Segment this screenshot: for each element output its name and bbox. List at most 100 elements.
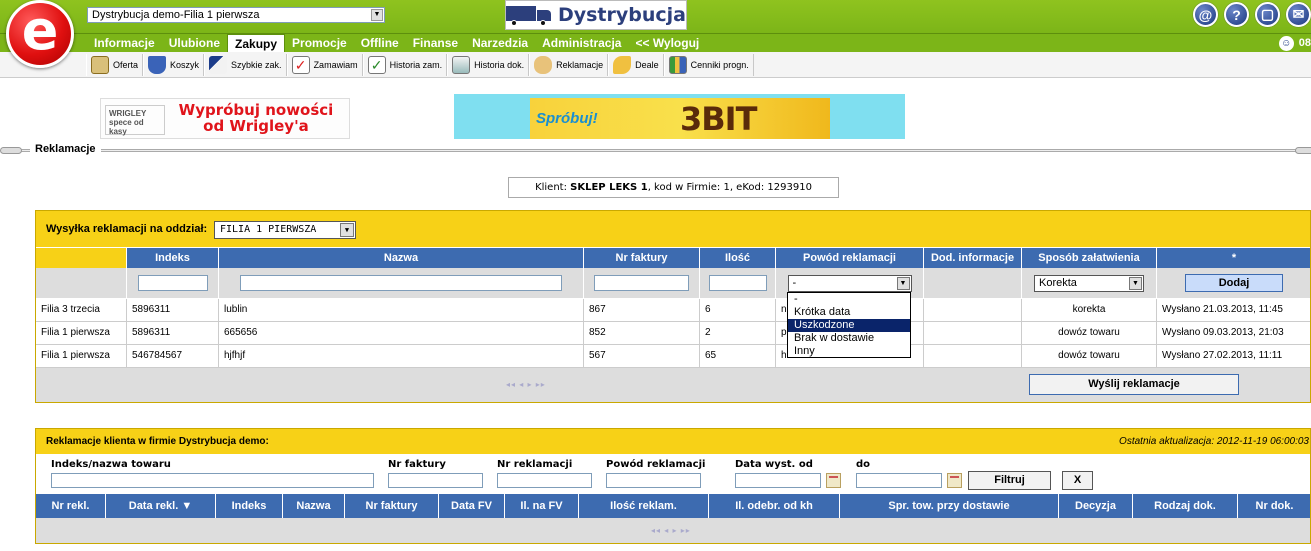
filter-button[interactable]: Filtruj bbox=[968, 471, 1051, 490]
chevron-down-icon[interactable]: ▼ bbox=[340, 223, 354, 237]
menu-zakupy[interactable]: Zakupy bbox=[227, 34, 286, 52]
main-menu-bar: Informacje Ulubione Zakupy Promocje Offl… bbox=[0, 34, 1311, 52]
add-button[interactable]: Dodaj bbox=[1185, 274, 1283, 292]
column-header[interactable]: Rodzaj dok. bbox=[1133, 494, 1238, 518]
cell-index: 5896311 bbox=[127, 299, 219, 321]
toolbar-label: Historia dok. bbox=[474, 60, 525, 70]
reason-option[interactable]: - bbox=[788, 293, 910, 306]
help-icon[interactable]: ? bbox=[1224, 2, 1249, 27]
date-to-input[interactable] bbox=[856, 473, 942, 488]
main-menu: Informacje Ulubione Zakupy Promocje Offl… bbox=[87, 34, 706, 52]
column-header[interactable]: Nazwa bbox=[283, 494, 345, 518]
toolbar-historia-dok[interactable]: Historia dok. bbox=[447, 54, 530, 76]
toolbar-koszyk[interactable]: Koszyk bbox=[143, 54, 205, 76]
pager[interactable]: ◂◂ ◂ ▸ ▸▸ bbox=[651, 526, 691, 535]
column-header: Nr faktury bbox=[584, 248, 700, 268]
column-header[interactable]: Il. odebr. od kh bbox=[709, 494, 840, 518]
chevron-down-icon[interactable]: ▼ bbox=[371, 9, 383, 21]
toolbar-historia-zam[interactable]: ✓ Historia zam. bbox=[362, 54, 448, 76]
branch-select[interactable]: Dystrybucja demo-Filia 1 pierwsza ▼ bbox=[87, 7, 385, 23]
toolbar-label: Historia zam. bbox=[389, 60, 443, 70]
cell-branch: Filia 1 pierwsza bbox=[36, 322, 127, 344]
reason-filter-input[interactable] bbox=[606, 473, 701, 488]
date-from-input[interactable] bbox=[735, 473, 821, 488]
3bit-banner[interactable]: Spróbuj! 3BIT bbox=[454, 94, 905, 139]
toolbar-oferta[interactable]: Oferta bbox=[86, 54, 144, 76]
client-info: Klient: SKLEP LEKS 1, kod w Firmie: 1, e… bbox=[508, 177, 839, 198]
chevron-down-icon[interactable]: ▼ bbox=[896, 276, 910, 290]
column-header[interactable]: Ilość reklam. bbox=[579, 494, 709, 518]
menu-logout[interactable]: << Wyloguj bbox=[628, 34, 706, 52]
column-header[interactable]: Decyzja bbox=[1059, 494, 1133, 518]
order-history-icon: ✓ bbox=[367, 56, 386, 74]
column-header[interactable]: Nr faktury bbox=[345, 494, 439, 518]
complaint-no-filter-label: Nr reklamacji bbox=[497, 459, 573, 470]
reason-option-selected[interactable]: Uszkodzone bbox=[788, 319, 910, 332]
menu-administracja[interactable]: Administracja bbox=[535, 34, 628, 52]
column-header-sorted[interactable]: Data rekl. ▼ bbox=[106, 494, 216, 518]
table-row[interactable]: Filia 1 pierwsza 5896311 665656 852 2 p … bbox=[36, 322, 1310, 345]
calendar-icon[interactable] bbox=[947, 473, 962, 488]
invoice-input[interactable] bbox=[594, 275, 689, 291]
menu-promocje[interactable]: Promocje bbox=[285, 34, 354, 52]
menu-informacje[interactable]: Informacje bbox=[87, 34, 162, 52]
reason-select-value: - bbox=[792, 276, 797, 289]
toolbar-deale[interactable]: Deale bbox=[608, 54, 664, 76]
brand-logo: Dystrybucja bbox=[505, 0, 687, 30]
calendar-icon[interactable] bbox=[826, 473, 841, 488]
wrigley-banner[interactable]: WRIGLEY spece od kasy Wypróbuj nowości o… bbox=[100, 98, 350, 139]
column-header[interactable]: Indeks bbox=[216, 494, 283, 518]
user-area[interactable]: ☺ 08 bbox=[1278, 34, 1311, 52]
complaint-icon bbox=[534, 56, 553, 74]
brand-name: Dystrybucja bbox=[557, 4, 686, 26]
send-branch-select[interactable]: FILIA 1 PIERWSZA ▼ bbox=[214, 221, 356, 239]
menu-narzedzia[interactable]: Narzedzia bbox=[465, 34, 535, 52]
reason-option[interactable]: Brak w dostawie bbox=[788, 332, 910, 345]
table-row[interactable]: Filia 3 trzecia 5896311 lublin 867 6 n k… bbox=[36, 299, 1310, 322]
e-logo[interactable]: e bbox=[6, 0, 74, 68]
reason-option[interactable]: Krótka data bbox=[788, 306, 910, 319]
index-input[interactable] bbox=[137, 275, 208, 291]
pager[interactable]: ◂◂ ◂ ▸ ▸▸ bbox=[506, 380, 546, 389]
toolbar-label: Koszyk bbox=[170, 60, 200, 70]
clear-filter-button[interactable]: X bbox=[1062, 471, 1093, 490]
reason-option[interactable]: Inny bbox=[788, 345, 910, 358]
wrigley-banner-text: Wypróbuj nowości od Wrigley'a bbox=[178, 101, 334, 135]
menu-offline[interactable]: Offline bbox=[354, 34, 406, 52]
toolbar-szybkie[interactable]: Szybkie zak. bbox=[204, 54, 287, 76]
cell-info bbox=[924, 299, 1022, 321]
date-from-label: Data wyst. od bbox=[735, 459, 813, 470]
email-at-icon[interactable]: @ bbox=[1193, 2, 1218, 27]
column-header[interactable]: Nr rekl. bbox=[36, 494, 106, 518]
client-complaints-title: Reklamacje klienta w firmie Dystrybucja … bbox=[46, 436, 269, 447]
toolbar-reklamacje[interactable]: Reklamacje bbox=[529, 54, 609, 76]
toolbar-zamawiam[interactable]: ✓ Zamawiam bbox=[286, 54, 363, 76]
column-header[interactable]: Il. na FV bbox=[505, 494, 579, 518]
send-complaints-button[interactable]: Wyślij reklamacje bbox=[1029, 374, 1239, 395]
product-filter-input[interactable] bbox=[51, 473, 374, 488]
quantity-input[interactable] bbox=[708, 275, 767, 291]
menu-ulubione[interactable]: Ulubione bbox=[162, 34, 227, 52]
3bit-promo-text: Spróbuj! bbox=[536, 110, 598, 127]
menu-finanse[interactable]: Finanse bbox=[406, 34, 465, 52]
cell-name: lublin bbox=[219, 299, 584, 321]
cell-qty: 6 bbox=[700, 299, 776, 321]
invoice-filter-input[interactable] bbox=[388, 473, 483, 488]
table-row[interactable]: Filia 1 pierwsza 546784567 hjfhjf 567 65… bbox=[36, 345, 1310, 368]
column-header: Sposób załatwienia bbox=[1022, 248, 1157, 268]
column-header[interactable]: Nr dok. bbox=[1238, 494, 1310, 518]
last-update: Ostatnia aktualizacja: 2012-11-19 06:00:… bbox=[1119, 436, 1309, 447]
window-icon[interactable]: ▢ bbox=[1255, 2, 1280, 27]
cell-qty: 2 bbox=[700, 322, 776, 344]
column-header[interactable]: Data FV bbox=[439, 494, 505, 518]
name-input[interactable] bbox=[240, 275, 562, 291]
cell-index: 5896311 bbox=[127, 322, 219, 344]
column-header[interactable]: Spr. tow. przy dostawie bbox=[840, 494, 1059, 518]
complaint-no-filter-input[interactable] bbox=[497, 473, 592, 488]
toolbar-cenniki[interactable]: Cenniki progn. bbox=[663, 54, 754, 76]
column-header: Dod. informacje bbox=[924, 248, 1022, 268]
reason-select[interactable]: - ▼ bbox=[787, 274, 912, 292]
mail-icon[interactable]: ✉ bbox=[1286, 2, 1311, 27]
chevron-down-icon[interactable]: ▼ bbox=[1129, 276, 1142, 290]
settlement-select[interactable]: Korekta ▼ bbox=[1034, 274, 1144, 292]
